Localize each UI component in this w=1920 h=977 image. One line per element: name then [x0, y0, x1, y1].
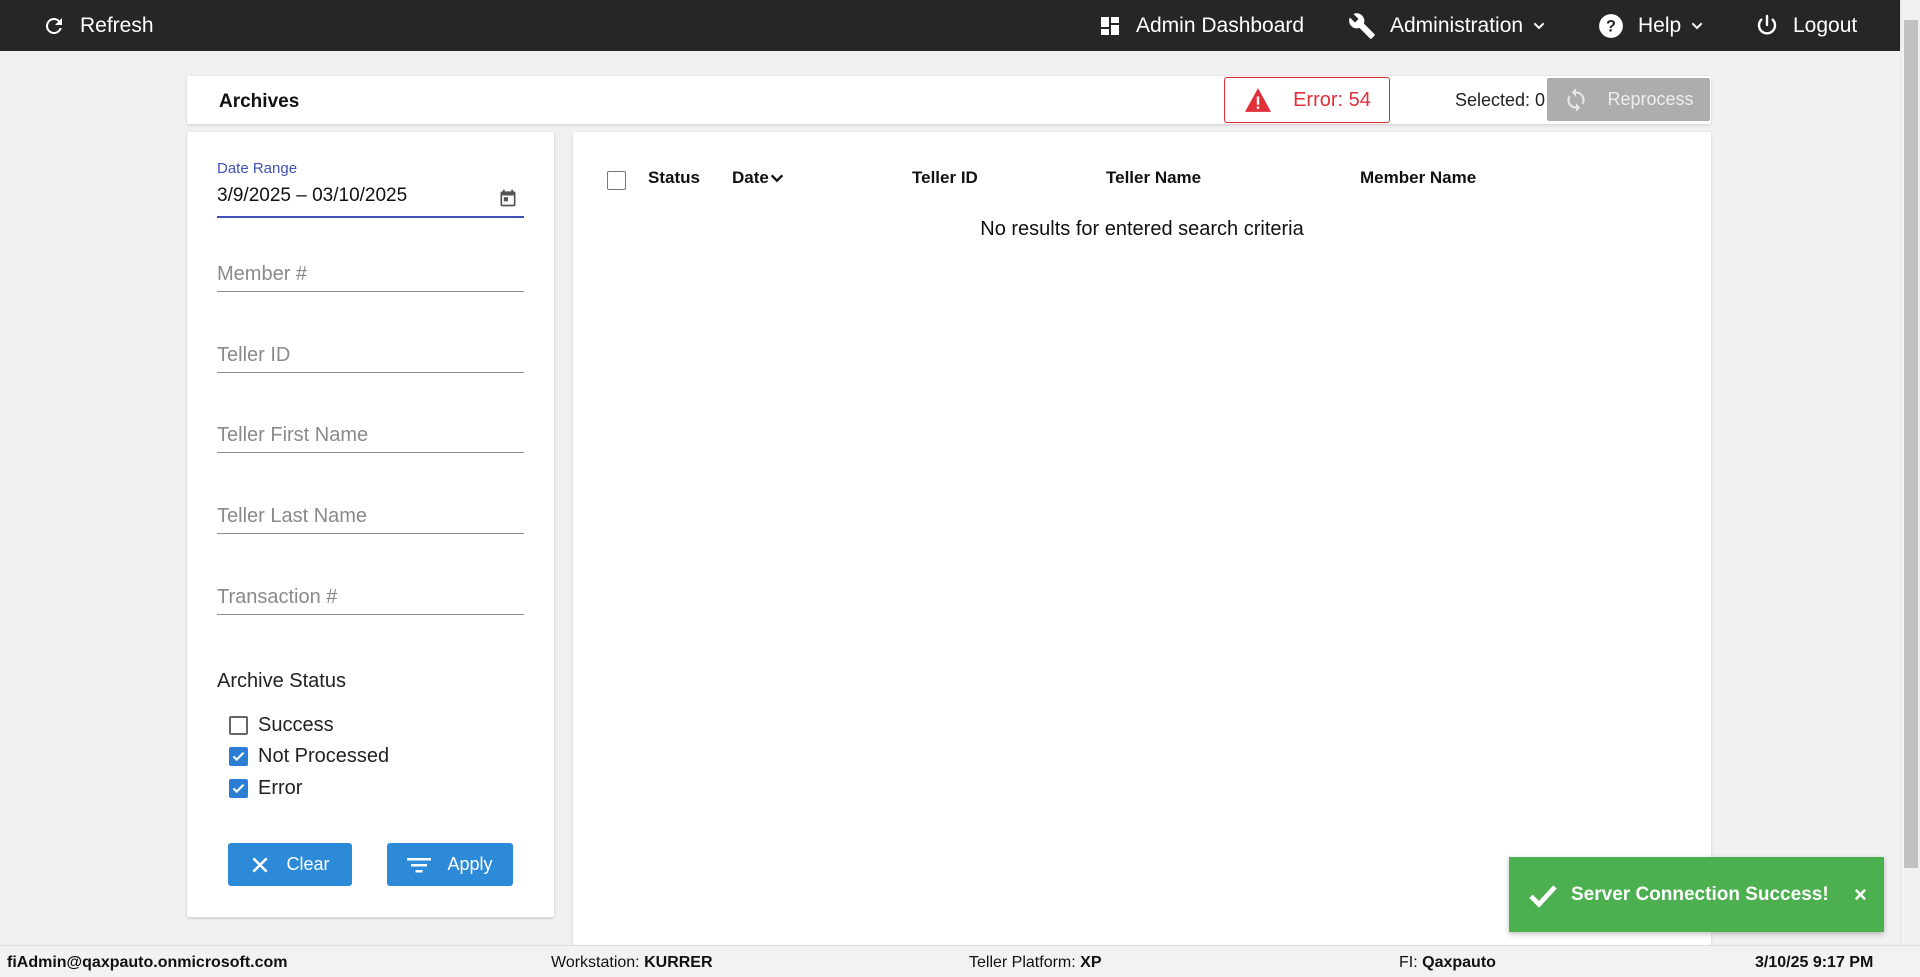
teller-platform-value: XP [1080, 954, 1102, 971]
current-user: fiAdmin@qaxpauto.onmicrosoft.com [7, 946, 288, 977]
wrench-icon [1349, 12, 1375, 39]
status-success-label: Success [258, 714, 334, 736]
admin-dashboard-label: Admin Dashboard [1136, 13, 1305, 37]
select-all-checkbox[interactable] [607, 171, 626, 190]
column-header-member-name[interactable]: Member Name [1360, 168, 1476, 188]
error-count-badge[interactable]: Error: 54 [1224, 77, 1390, 123]
sort-descending-icon [770, 174, 784, 183]
logout-button[interactable]: Logout [1755, 0, 1857, 51]
column-member-name-label: Member Name [1360, 168, 1477, 187]
calendar-icon[interactable] [498, 188, 518, 208]
reprocess-label: Reprocess [1607, 89, 1694, 109]
checkbox-checked[interactable] [229, 779, 248, 798]
refresh-label: Refresh [80, 13, 154, 37]
teller-id-field[interactable] [217, 339, 524, 373]
workstation-label: Workstation: [551, 954, 640, 971]
column-teller-name-label: Teller Name [1106, 168, 1202, 187]
status-error-label: Error [258, 777, 303, 799]
teller-platform-label: Teller Platform: [969, 954, 1076, 971]
column-status-label: Status [648, 168, 700, 187]
page-title: Archives [219, 91, 300, 112]
power-icon [1757, 14, 1777, 35]
filter-icon [407, 857, 432, 872]
dashboard-icon [1101, 16, 1119, 35]
apply-button[interactable]: Apply [387, 843, 513, 886]
workstation-value: KURRER [644, 954, 713, 971]
checkbox-checked[interactable] [229, 747, 248, 766]
apply-label: Apply [447, 854, 493, 874]
status-not-processed-checkbox[interactable]: Not Processed [229, 745, 389, 768]
administration-label: Administration [1390, 13, 1524, 37]
current-datetime-value: 3/10/25 9:17 PM [1755, 954, 1874, 971]
archive-status-title: Archive Status [217, 670, 346, 692]
column-date-label: Date [732, 168, 769, 187]
filter-panel: Date Range 3/9/2025 – 03/10/2025 Archive… [187, 132, 554, 917]
status-not-processed-label: Not Processed [258, 745, 390, 767]
refresh-button[interactable]: Refresh [42, 0, 154, 51]
logout-label: Logout [1793, 13, 1858, 37]
teller-platform-info: Teller Platform: XP [969, 946, 1102, 977]
help-menu[interactable]: ? Help [1598, 0, 1705, 51]
teller-first-name-input[interactable] [217, 419, 524, 451]
checkmark-icon [232, 783, 245, 794]
column-header-date[interactable]: Date [732, 168, 785, 188]
checkmark-icon [232, 751, 245, 762]
empty-results-message: No results for entered search criteria [980, 218, 1304, 240]
teller-last-name-field[interactable] [217, 500, 524, 534]
fi-value: Qaxpauto [1422, 954, 1496, 971]
status-error-checkbox[interactable]: Error [229, 777, 302, 800]
transaction-number-field[interactable] [217, 581, 524, 615]
checkbox-unchecked[interactable] [229, 716, 248, 735]
page-scrollbar[interactable] [1900, 0, 1920, 945]
refresh-icon [45, 17, 62, 34]
help-icon: ? [1599, 13, 1623, 38]
admin-dashboard-link[interactable]: Admin Dashboard [1098, 0, 1304, 51]
column-teller-id-label: Teller ID [912, 168, 978, 187]
transaction-number-input[interactable] [217, 581, 524, 613]
close-icon [252, 856, 269, 873]
workstation-info: Workstation: KURRER [551, 946, 713, 977]
results-table: Status Date Teller ID Teller Name Member… [573, 132, 1711, 945]
date-range-label: Date Range [217, 160, 298, 177]
warning-icon [1245, 88, 1272, 112]
top-navigation-bar: Refresh Admin Dashboard Administration ?… [0, 0, 1900, 51]
administration-menu[interactable]: Administration [1348, 0, 1547, 51]
teller-last-name-input[interactable] [217, 500, 524, 532]
date-range-value[interactable]: 3/9/2025 – 03/10/2025 [217, 185, 407, 207]
toast-close-button[interactable]: × [1854, 857, 1867, 932]
archives-header: Archives Error: 54 Selected: 0 Reprocess [187, 76, 1711, 124]
member-number-field[interactable] [217, 258, 524, 292]
help-label: Help [1638, 13, 1682, 37]
scrollbar-thumb[interactable] [1904, 20, 1918, 868]
member-number-input[interactable] [217, 258, 524, 290]
fi-info: FI: Qaxpauto [1399, 946, 1496, 977]
check-icon [1529, 885, 1557, 908]
teller-id-input[interactable] [217, 339, 524, 371]
current-user-value: fiAdmin@qaxpauto.onmicrosoft.com [7, 954, 288, 971]
current-datetime: 3/10/25 9:17 PM [1755, 946, 1873, 977]
chevron-down-icon [1533, 22, 1545, 29]
chevron-down-icon [1691, 22, 1703, 29]
fi-label: FI: [1399, 954, 1418, 971]
sync-icon [1567, 87, 1586, 112]
reprocess-button[interactable]: Reprocess [1547, 78, 1710, 121]
column-header-teller-id[interactable]: Teller ID [912, 168, 978, 188]
status-bar: fiAdmin@qaxpauto.onmicrosoft.com Worksta… [0, 945, 1920, 977]
column-header-teller-name[interactable]: Teller Name [1106, 168, 1201, 188]
teller-first-name-field[interactable] [217, 419, 524, 453]
svg-text:?: ? [1606, 17, 1616, 35]
status-success-checkbox[interactable]: Success [229, 714, 334, 737]
selected-count: Selected: 0 [1455, 90, 1546, 110]
error-count-label: Error: 54 [1293, 88, 1371, 111]
column-header-status[interactable]: Status [648, 168, 700, 188]
toast-message: Server Connection Success! [1571, 884, 1829, 905]
clear-label: Clear [286, 854, 330, 874]
date-range-field[interactable]: 3/9/2025 – 03/10/2025 [217, 184, 524, 218]
clear-button[interactable]: Clear [228, 843, 352, 886]
server-connection-toast: Server Connection Success! × [1509, 857, 1884, 932]
